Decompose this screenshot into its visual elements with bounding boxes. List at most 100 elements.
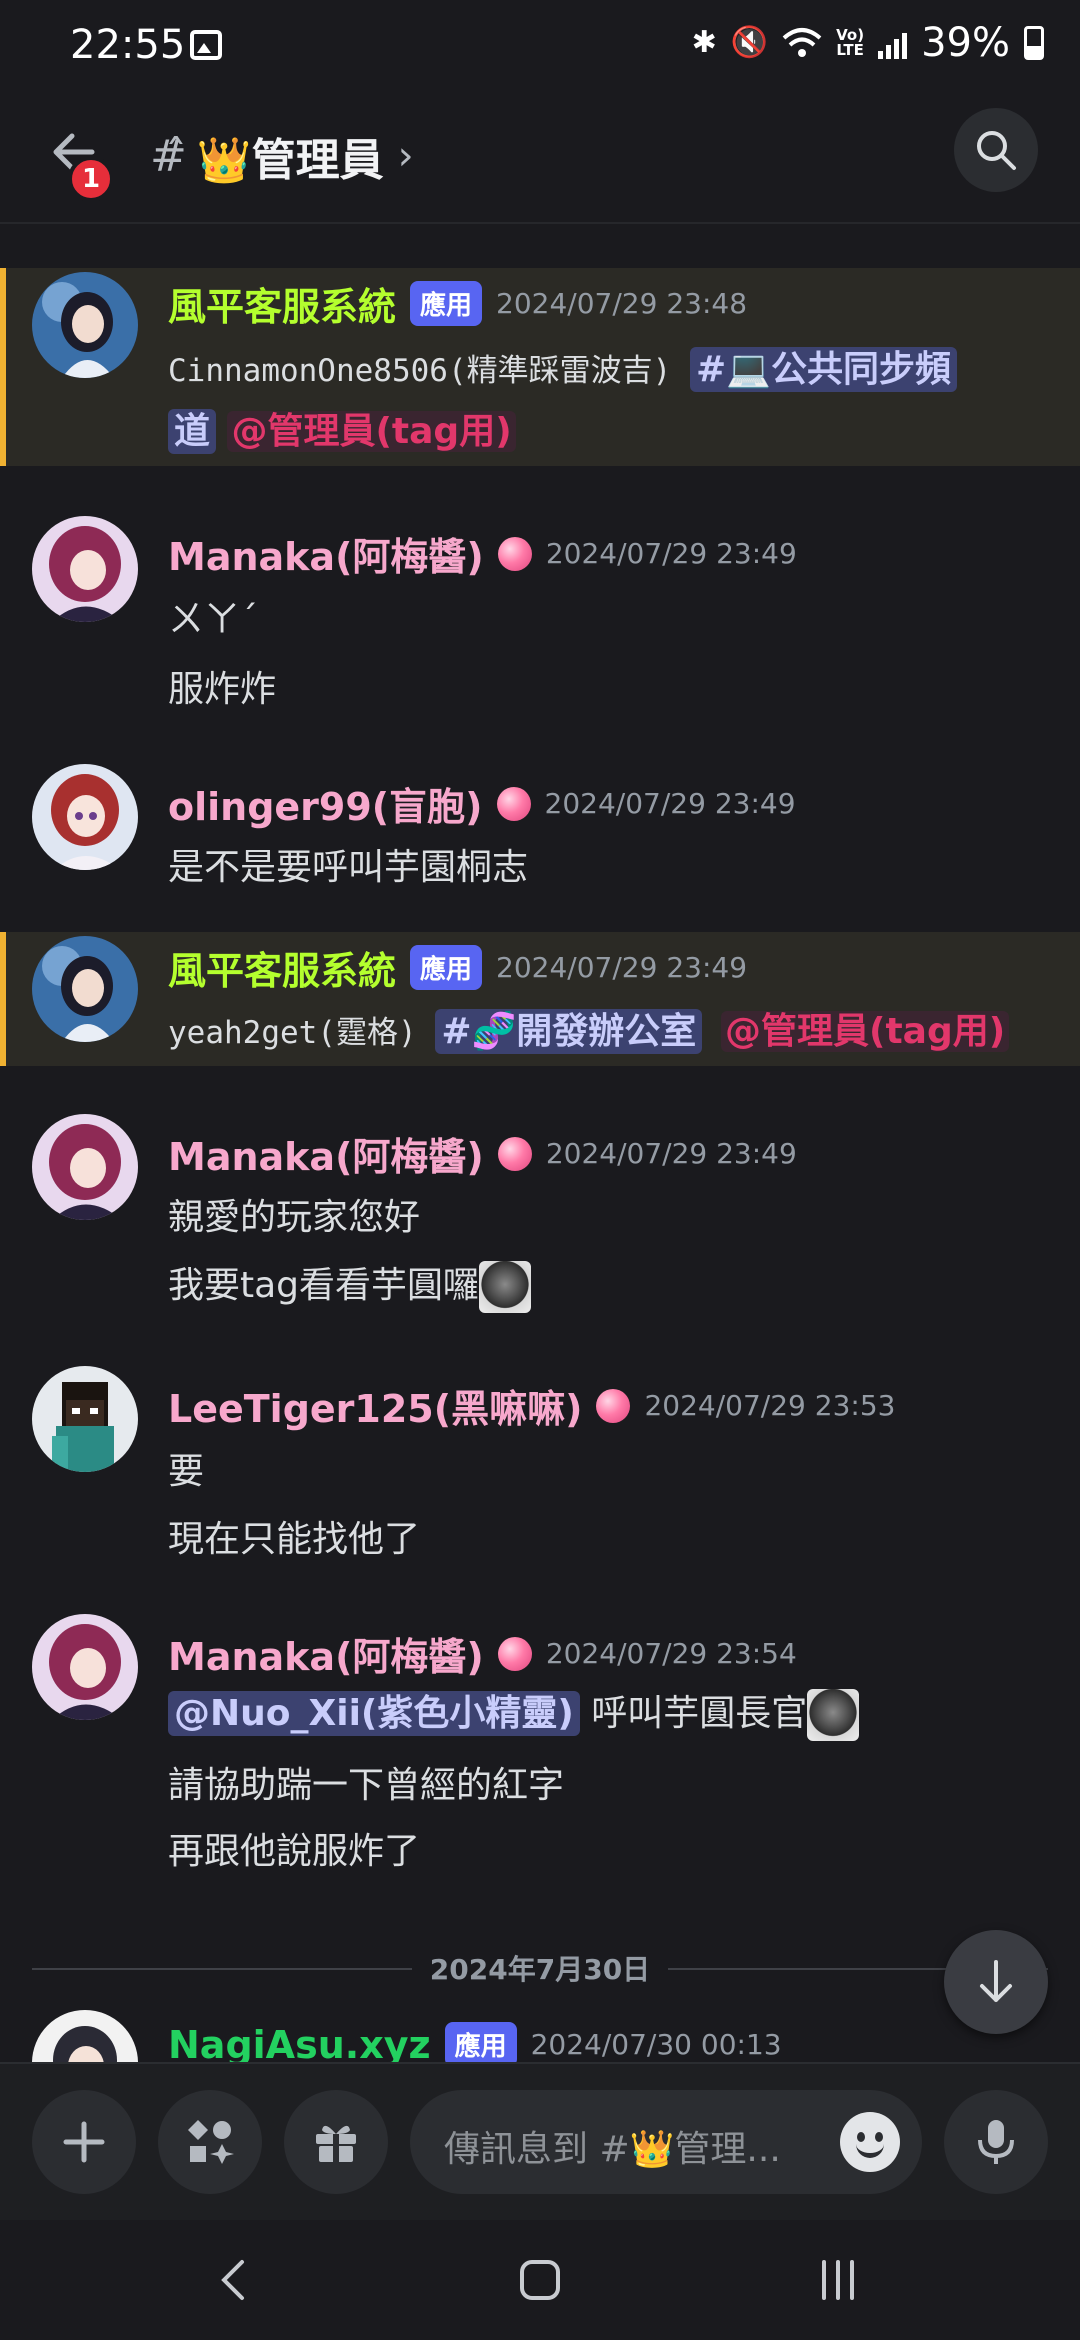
- avatar[interactable]: [32, 1614, 138, 1720]
- username[interactable]: Manaka(阿梅醬): [168, 1126, 484, 1181]
- message-line: CinnamonOne8506(精準踩雷波吉) #💻公共同步頻: [168, 340, 957, 392]
- bluetooth-icon: ✱: [691, 25, 717, 60]
- avatar[interactable]: [32, 1114, 138, 1220]
- username[interactable]: 風平客服系統: [168, 276, 396, 331]
- message-item[interactable]: NagiAsu.xyz 應用 2024/07/30 00:13: [0, 2008, 1080, 2062]
- timestamp: 2024/07/29 23:53: [644, 1389, 896, 1422]
- search-icon: [977, 131, 1016, 170]
- channel-mention[interactable]: #💻公共同步頻: [689, 347, 957, 392]
- volte-indicator: Vo) LTE: [836, 28, 864, 58]
- emoji-button[interactable]: [840, 2112, 900, 2172]
- message-text: CinnamonOne8506(精準踩雷波吉): [168, 353, 672, 389]
- gem-badge-icon: [497, 536, 532, 571]
- message-text: 呼叫芋圓長官: [579, 1693, 808, 1734]
- mic-icon: [978, 2120, 1014, 2164]
- date-divider: 2024年7月30日: [32, 1938, 1048, 1998]
- voice-message-button[interactable]: [944, 2090, 1048, 2194]
- nav-home-button[interactable]: [510, 2250, 570, 2310]
- emoji-icon: [856, 2144, 884, 2158]
- avatar[interactable]: [32, 764, 138, 870]
- app-tag: 應用: [444, 2022, 517, 2062]
- nav-recents-button[interactable]: [808, 2250, 868, 2310]
- arrow-down-icon: [980, 1960, 1012, 2002]
- avatar[interactable]: [32, 272, 138, 378]
- message-item[interactable]: 風平客服系統 應用 2024/07/29 23:48 CinnamonOne85…: [0, 268, 1080, 466]
- avatar[interactable]: [32, 936, 138, 1042]
- channel-name: 👑管理員: [196, 135, 384, 186]
- app-tag: 應用: [410, 281, 483, 326]
- nav-back-button[interactable]: [204, 2250, 264, 2310]
- timestamp: 2024/07/30 00:13: [530, 2028, 782, 2061]
- message-text: 是不是要呼叫芋園桐志: [168, 847, 529, 888]
- username[interactable]: NagiAsu.xyz: [168, 2023, 431, 2063]
- app-tag: 應用: [410, 945, 483, 990]
- add-attachment-button[interactable]: [32, 2090, 136, 2194]
- message-item[interactable]: LeeTiger125(黑嘛嘛) 2024/07/29 23:53 要 現在只能…: [0, 1358, 1080, 1560]
- gallery-notification-icon: [190, 30, 222, 60]
- avatar[interactable]: [32, 516, 138, 622]
- message-line: @Nuo_Xii(紫色小精靈) 呼叫芋圓長官: [168, 1684, 860, 1741]
- message-text: 現在只能找他了: [168, 1519, 421, 1560]
- gem-badge-icon: [496, 786, 531, 821]
- signal-icon: [878, 27, 908, 59]
- gift-button[interactable]: [284, 2090, 388, 2194]
- gem-badge-icon: [497, 1136, 532, 1171]
- system-nav-bar: [0, 2220, 1080, 2340]
- battery-icon: [1024, 26, 1044, 60]
- channel-title-button[interactable]: #̂ 👑管理員 ›: [150, 124, 414, 188]
- message-item[interactable]: 風平客服系統 應用 2024/07/29 23:49 yeah2get(霆格) …: [0, 932, 1080, 1066]
- timestamp: 2024/07/29 23:48: [496, 287, 748, 320]
- apps-icon: [188, 2120, 234, 2164]
- timestamp: 2024/07/29 23:54: [545, 1637, 797, 1670]
- message-line: 我要tag看看芋圓囉: [168, 1256, 532, 1313]
- message-item[interactable]: olinger99(盲胞) 2024/07/29 23:49 是不是要呼叫芋園桐…: [0, 756, 1080, 896]
- message-text: 要: [168, 1451, 205, 1492]
- jump-to-bottom-button[interactable]: [944, 1930, 1048, 2034]
- username[interactable]: 風平客服系統: [168, 940, 396, 995]
- timestamp: 2024/07/29 23:49: [544, 787, 796, 820]
- role-mention[interactable]: @管理員(tag用): [227, 411, 516, 452]
- chevron-right-icon: ›: [397, 133, 414, 179]
- timestamp: 2024/07/29 23:49: [496, 951, 748, 984]
- user-mention[interactable]: @Nuo_Xii(紫色小精靈): [168, 1691, 580, 1736]
- channel-mention[interactable]: #🧬開發辦公室: [435, 1009, 703, 1054]
- username[interactable]: LeeTiger125(黑嘛嘛): [168, 1378, 582, 1433]
- search-button[interactable]: [954, 108, 1038, 192]
- message-composer: 傳訊息到 #👑管理...: [0, 2062, 1080, 2220]
- message-text: yeah2get(霆格): [168, 1015, 417, 1051]
- message-line: 道 @管理員(tag用): [168, 402, 516, 454]
- hamster-emoji-icon[interactable]: [807, 1689, 860, 1741]
- gem-badge-icon: [596, 1388, 631, 1423]
- avatar[interactable]: [32, 1366, 138, 1472]
- avatar[interactable]: [32, 2010, 138, 2062]
- home-icon: [520, 2260, 560, 2300]
- message-input[interactable]: 傳訊息到 #👑管理...: [410, 2090, 922, 2194]
- message-input-placeholder: 傳訊息到 #👑管理...: [444, 2129, 781, 2170]
- username[interactable]: Manaka(阿梅醬): [168, 1626, 484, 1681]
- message-text: 服炸炸: [168, 669, 277, 710]
- message-text: 親愛的玩家您好: [168, 1197, 421, 1238]
- message-text: 我要tag看看芋圓囉: [168, 1265, 480, 1306]
- hamster-emoji-icon[interactable]: [479, 1261, 532, 1313]
- battery-percent: 39%: [921, 20, 1010, 66]
- message-list[interactable]: 風平客服系統 應用 2024/07/29 23:48 CinnamonOne85…: [0, 226, 1080, 2062]
- message-item[interactable]: Manaka(阿梅醬) 2024/07/29 23:49 親愛的玩家您好 我要t…: [0, 1106, 1080, 1326]
- gem-badge-icon: [497, 1636, 532, 1671]
- username[interactable]: olinger99(盲胞): [168, 776, 483, 831]
- apps-button[interactable]: [158, 2090, 262, 2194]
- plus-icon: [63, 2121, 105, 2163]
- channel-header: 1 #̂ 👑管理員 ›: [0, 96, 1080, 224]
- message-line: yeah2get(霆格) #🧬開發辦公室 @管理員(tag用): [168, 1002, 1010, 1054]
- timestamp: 2024/07/29 23:49: [545, 537, 797, 570]
- role-mention[interactable]: @管理員(tag用): [720, 1011, 1010, 1052]
- timestamp: 2024/07/29 23:49: [545, 1137, 797, 1170]
- notification-badge: 1: [68, 156, 114, 202]
- message-item[interactable]: Manaka(阿梅醬) 2024/07/29 23:49 ㄨㄚˊ 服炸炸: [0, 506, 1080, 726]
- wifi-icon: [782, 28, 822, 57]
- username[interactable]: Manaka(阿梅醬): [168, 526, 484, 581]
- message-item[interactable]: Manaka(阿梅醬) 2024/07/29 23:54 @Nuo_Xii(紫色…: [0, 1604, 1080, 1894]
- thread-hash-icon: #̂: [150, 130, 187, 182]
- mute-icon: 🔇: [730, 25, 769, 60]
- message-text: 再跟他說服炸了: [168, 1831, 421, 1872]
- channel-mention-continued[interactable]: 道: [168, 409, 217, 454]
